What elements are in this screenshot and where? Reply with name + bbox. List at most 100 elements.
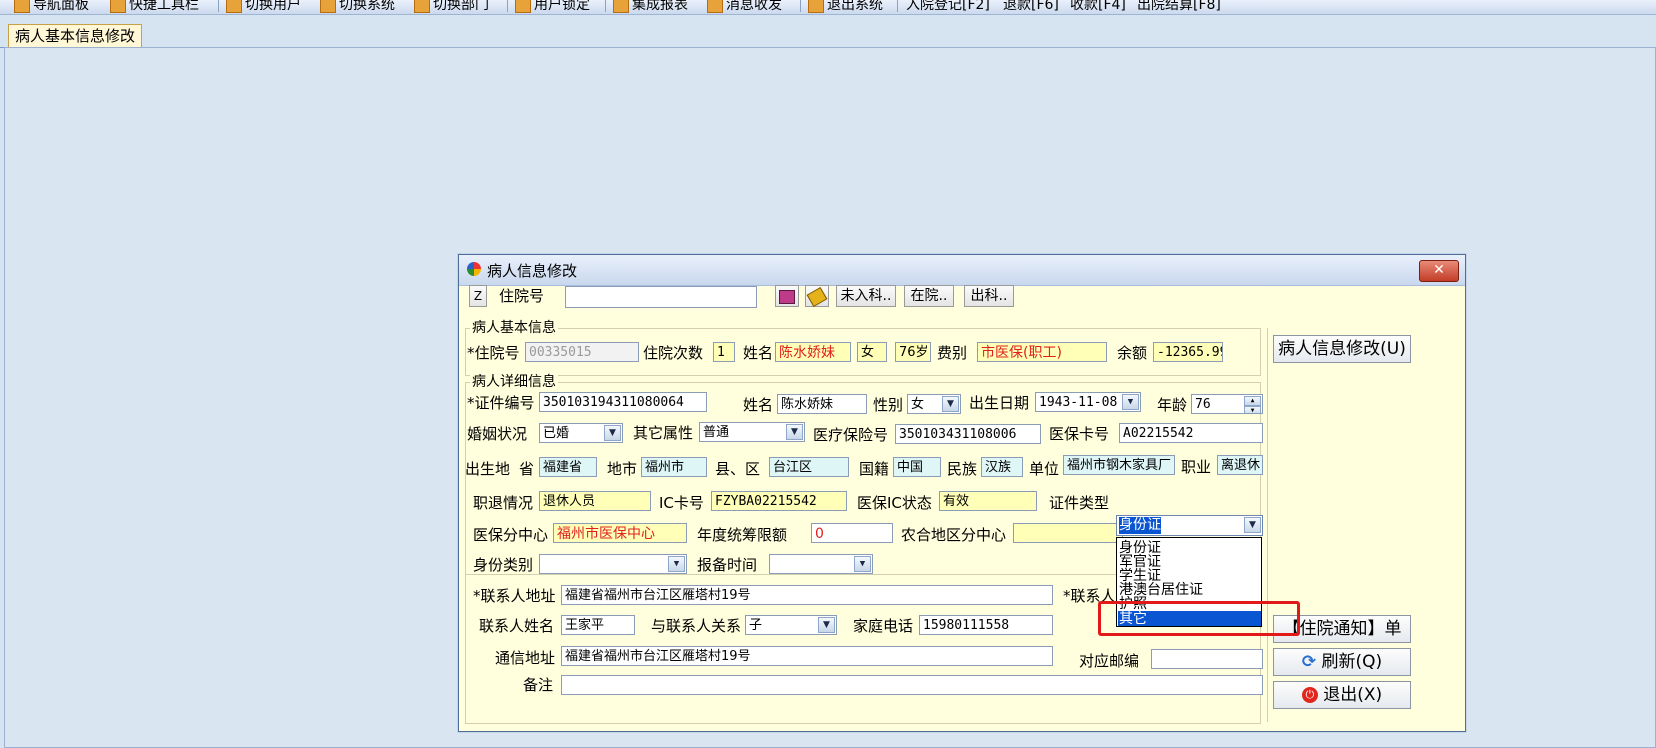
relation-label: 与联系人关系 (651, 617, 742, 635)
remark-input[interactable] (561, 675, 1263, 695)
insurance-card-input[interactable]: A02215542 (1119, 423, 1263, 443)
not-admitted-button[interactable]: 未入科.. (836, 285, 896, 307)
main-toolbar: 导航面板 快捷工具栏 切换用户 切换系统 切换部门 用户锁定 集成报表 消息收发… (0, 0, 1656, 15)
toolbar-quick-tools[interactable]: 快捷工具栏 (110, 0, 199, 14)
discharged-button[interactable]: 出科.. (964, 285, 1014, 307)
z-button[interactable]: Z (469, 285, 487, 307)
birth-date-value: 1943-11-08 (1039, 395, 1118, 410)
visit-count-label: 住院次数 (643, 344, 704, 362)
retire-input[interactable]: 退休人员 (539, 491, 651, 511)
search-inpatient-no-label: 住院号 (499, 287, 545, 305)
insurance-center-label: 医保分中心 (473, 526, 549, 544)
chevron-down-icon[interactable]: ▼ (668, 556, 685, 572)
toolbar-exit-system[interactable]: 退出系统 (808, 0, 883, 14)
province-input[interactable]: 福建省 (539, 457, 597, 477)
clear-button[interactable] (805, 285, 829, 308)
birth-date-picker[interactable]: 1943-11-08 ▼ (1035, 392, 1141, 412)
contact-address-input[interactable]: 福建省福州市台江区雁塔村19号 (561, 585, 1053, 605)
mail-address-label: 通信地址 (495, 649, 556, 667)
nationality-input[interactable]: 中国 (893, 457, 941, 477)
chevron-down-icon[interactable]: ▼ (942, 396, 959, 412)
print-button[interactable] (775, 285, 799, 307)
dialog-titlebar[interactable]: 病人信息修改 ✕ (459, 255, 1465, 286)
relation-select[interactable]: 子 ▼ (745, 615, 837, 635)
modify-patient-button[interactable]: 病人信息修改(U) (1273, 335, 1411, 363)
balance-label: 余额 (1117, 344, 1148, 362)
ic-card-label: IC卡号 (659, 494, 704, 512)
dialog-title: 病人信息修改 (487, 262, 578, 280)
insurance-no-input[interactable]: 350103431108006 (895, 424, 1041, 444)
age-spinner-value: 76 (1195, 397, 1211, 412)
id-no-input[interactable]: 350103194311080064 (539, 392, 707, 412)
broom-icon (806, 286, 828, 308)
toolbar-messages[interactable]: 消息收发 (707, 0, 782, 14)
county-input[interactable]: 台江区 (769, 457, 849, 477)
ic-card-input[interactable]: FZYBA02215542 (711, 491, 847, 511)
search-inpatient-no-input[interactable] (565, 286, 757, 308)
province-label: 省 (519, 460, 535, 478)
toolbar-user-lock[interactable]: 用户锁定 (515, 0, 590, 14)
annual-limit-label: 年度统筹限额 (697, 526, 788, 544)
identity-type-select[interactable]: ▼ (539, 554, 687, 574)
in-hospital-button[interactable]: 在院.. (904, 285, 954, 307)
chevron-down-icon[interactable]: ▼ (786, 424, 803, 440)
annual-limit-input[interactable]: 0 (811, 523, 893, 543)
county-label: 县、区 (715, 460, 761, 478)
toolbar-reports[interactable]: 集成报表 (613, 0, 688, 14)
refresh-label: 刷新(Q) (1321, 652, 1383, 672)
cert-type-selected-text: 身份证 (1119, 517, 1161, 534)
toolbar-refund[interactable]: 退款[F6] (1003, 0, 1059, 14)
other-attr-select[interactable]: 普通 ▼ (699, 422, 805, 442)
basic-inpatient-no-field: 00335015 (525, 342, 639, 362)
occupation-input[interactable]: 离退休 (1217, 455, 1263, 475)
chevron-down-icon[interactable]: ▼ (1122, 394, 1139, 410)
detail-name-input[interactable]: 陈水娇妹 (777, 394, 867, 414)
toolbar-nav-panel[interactable]: 导航面板 (14, 0, 89, 14)
power-icon: ⏻ (1301, 687, 1318, 703)
relation-select-value: 子 (749, 618, 763, 633)
mail-address-input[interactable]: 福建省福州市台江区雁塔村19号 (561, 646, 1053, 666)
birthplace-label: 出生地 (465, 460, 511, 478)
ic-status-input[interactable]: 有效 (939, 491, 1037, 511)
app-logo-icon (467, 262, 481, 276)
other-attr-label: 其它属性 (633, 424, 694, 442)
ethnic-input[interactable]: 汉族 (981, 457, 1023, 477)
sex-select[interactable]: 女 ▼ (907, 394, 961, 414)
home-phone-input[interactable]: 15980111558 (919, 615, 1053, 635)
city-label: 地市 (607, 460, 638, 478)
chevron-down-icon[interactable]: ▼ (854, 556, 871, 572)
age-spinner[interactable]: 76 ▲ ▼ (1191, 394, 1263, 414)
toolbar-switch-system[interactable]: 切换系统 (320, 0, 395, 14)
report-time-select[interactable]: ▼ (769, 554, 873, 574)
detail-name-label: 姓名 (743, 396, 774, 414)
marital-label: 婚姻状况 (467, 425, 528, 443)
exit-icon (808, 0, 824, 13)
refresh-button[interactable]: ⟳ 刷新(Q) (1273, 648, 1411, 676)
toolbar-switch-user[interactable]: 切换用户 (226, 0, 301, 14)
contact-name-input[interactable]: 王家平 (561, 615, 635, 635)
rural-center-input[interactable] (1013, 523, 1123, 543)
toolbar-collect[interactable]: 收款[F4] (1070, 0, 1126, 14)
chevron-down-icon[interactable]: ▼ (604, 425, 621, 441)
chevron-down-icon[interactable]: ▼ (1244, 517, 1261, 533)
toolbar-discharge[interactable]: 出院结算[F8] (1137, 0, 1221, 14)
visit-count-field: 1 (713, 342, 735, 362)
system-icon (320, 0, 336, 13)
insurance-center-input[interactable]: 福州市医保中心 (553, 523, 687, 543)
city-input[interactable]: 福州市 (641, 457, 707, 477)
tab-patient-basic-info[interactable]: 病人基本信息修改 (8, 24, 143, 47)
toolbar-switch-dept[interactable]: 切换部门 (414, 0, 489, 14)
zip-input[interactable] (1151, 649, 1263, 669)
chevron-down-icon[interactable]: ▼ (818, 617, 835, 633)
ethnic-label: 民族 (947, 460, 978, 478)
toolbar-admission[interactable]: 入院登记[F2] (906, 0, 990, 14)
cert-type-combo[interactable]: 身份证 ▼ (1116, 515, 1263, 536)
employer-input[interactable]: 福州市钢木家具厂 (1063, 455, 1175, 475)
exit-label: 退出(X) (1323, 685, 1383, 705)
tools-icon (110, 0, 126, 13)
spinner-arrows-icon[interactable]: ▲ ▼ (1244, 396, 1261, 413)
exit-button[interactable]: ⏻ 退出(X) (1273, 681, 1411, 709)
age-label: 年龄 (1157, 396, 1188, 414)
marital-select[interactable]: 已婚 ▼ (539, 423, 623, 443)
close-button[interactable]: ✕ (1419, 260, 1459, 282)
